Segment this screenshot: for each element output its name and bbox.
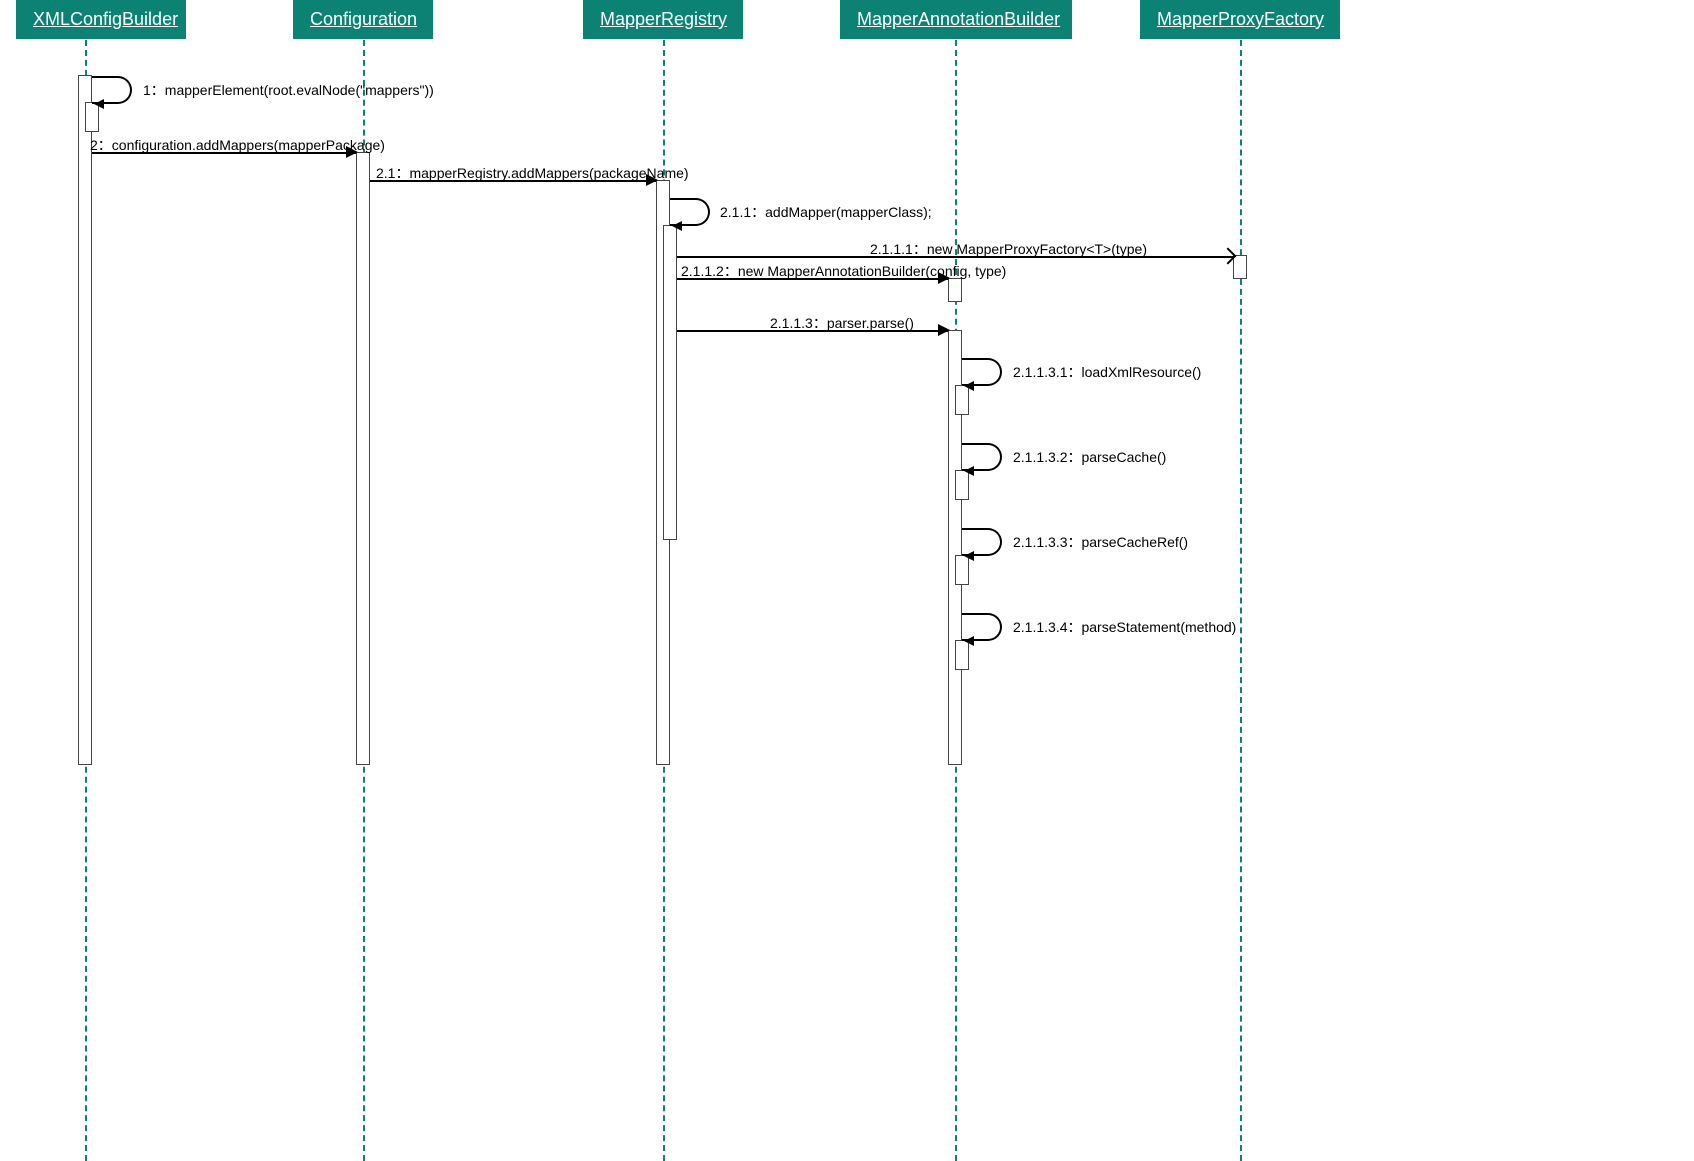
activation-mapperannotationbuilder-1 (948, 278, 962, 302)
self-arrow-m2_1_1_3_3 (964, 551, 974, 561)
activation-mapperproxyfactory (1233, 255, 1247, 279)
self-arrow-m2_1_1_3_2 (964, 466, 974, 476)
msg-label-m2_1_1_3: 2.1.1.3：parser.parse() (770, 313, 914, 333)
msg-label-m2_1_1_3_4: 2.1.1.3.4：parseStatement(method) (1013, 617, 1236, 637)
msg-label-m2: 2：configuration.addMappers(mapperPackage… (90, 135, 385, 155)
activation-configuration (356, 152, 370, 765)
participant-mapperannotationbuilder: MapperAnnotationBuilder (840, 0, 1072, 39)
self-arrow-m2_1_1_3_1 (964, 381, 974, 391)
msg-label-m2_1_1_2: 2.1.1.2：new MapperAnnotationBuilder(conf… (681, 261, 1006, 281)
msg-label-m2_1_1_3_1: 2.1.1.3.1：loadXmlResource() (1013, 362, 1201, 382)
msg-label-m2_1_1_1: 2.1.1.1：new MapperProxyFactory<T>(type) (870, 239, 1147, 259)
msg-label-m1: 1：mapperElement(root.evalNode("mappers")… (143, 80, 434, 100)
sequence-diagram: XMLConfigBuilder Configuration MapperReg… (0, 0, 1694, 1161)
self-arrow-m2_1_1_3_4 (964, 636, 974, 646)
activation-xmlconfigbuilder (78, 75, 92, 765)
self-arrow-m2_1_1 (672, 221, 682, 231)
msg-label-m2_1: 2.1：mapperRegistry.addMappers(packageNam… (376, 163, 689, 183)
arrow-m2_1_1_3 (938, 324, 950, 336)
participant-mapperproxyfactory: MapperProxyFactory (1140, 0, 1340, 39)
participant-mapperregistry: MapperRegistry (583, 0, 743, 39)
lifeline-mapperproxyfactory (1240, 40, 1242, 1161)
activation-mapperregistry-self (663, 225, 677, 540)
msg-label-m2_1_1_3_3: 2.1.1.3.3：parseCacheRef() (1013, 532, 1188, 552)
self-arrow-m1 (94, 99, 104, 109)
participant-configuration: Configuration (293, 0, 433, 39)
msg-label-m2_1_1_3_2: 2.1.1.3.2：parseCache() (1013, 447, 1166, 467)
msg-label-m2_1_1: 2.1.1：addMapper(mapperClass); (720, 202, 932, 222)
participant-xmlconfigbuilder: XMLConfigBuilder (16, 0, 186, 39)
